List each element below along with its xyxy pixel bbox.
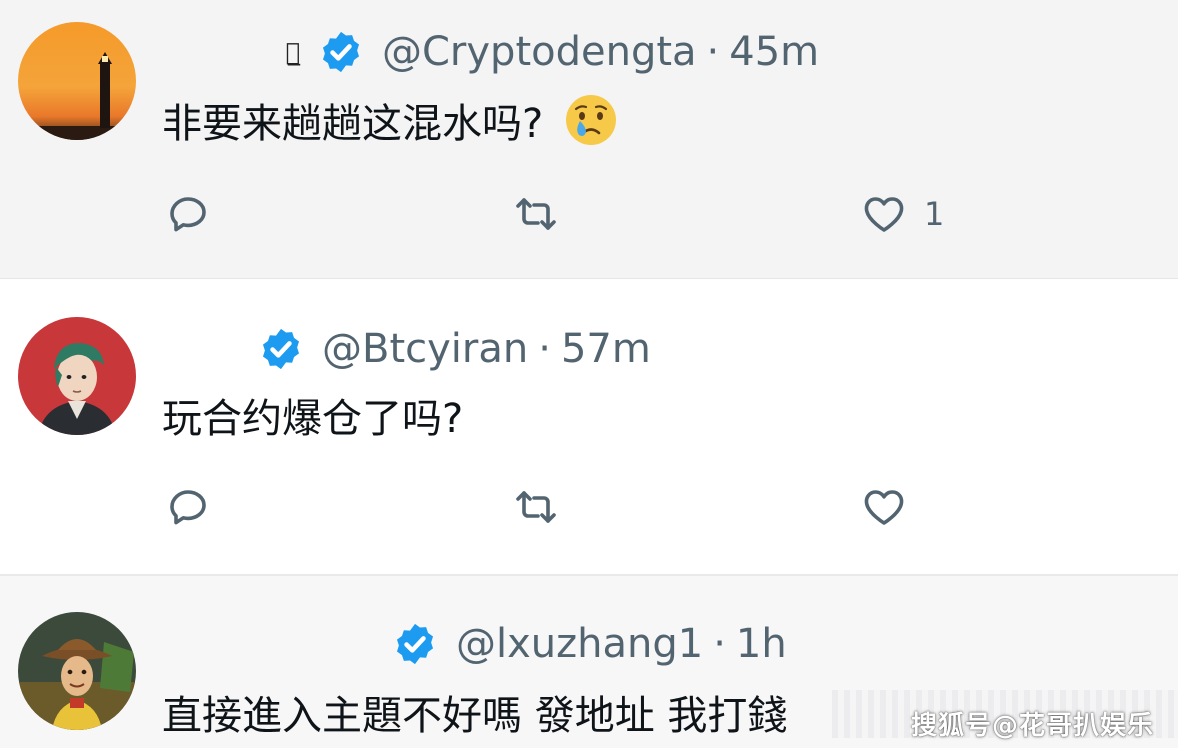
retweet-button[interactable] [512, 477, 560, 537]
like-button[interactable] [860, 477, 924, 537]
watermark: 搜狐号@花哥扒娱乐 [910, 711, 1154, 741]
verified-badge-icon [392, 621, 438, 667]
tweet-text: 非要来趟趟这混水吗? [162, 92, 619, 148]
timestamp[interactable]: 1h [736, 621, 787, 667]
display-name[interactable] [162, 624, 378, 664]
action-bar [0, 477, 1178, 537]
tweet-text-content: 非要来趟趟这混水吗? [162, 101, 544, 147]
tweet-text-content: 玩合约爆仓了吗? [162, 396, 464, 442]
retweet-icon [516, 491, 556, 523]
verified-badge-icon [318, 29, 364, 75]
action-bar: 1 [0, 184, 1178, 244]
reply-button[interactable] [164, 477, 212, 537]
tweet-header: ㄝ̲ @Cryptodengta · 45m [162, 22, 820, 82]
user-handle[interactable]: @Cryptodengta [382, 29, 697, 75]
timestamp[interactable]: 57m [561, 326, 651, 372]
user-handle[interactable]: @lxuzhang1 [456, 621, 703, 667]
tweet-text: 玩合约爆仓了吗? [162, 387, 463, 443]
separator-dot: · [538, 326, 551, 372]
retweet-icon [516, 198, 556, 230]
tweet-reply[interactable]: @Btcyiran · 57m 玩合约爆仓了吗? [0, 278, 1178, 574]
tweet-header: @Btcyiran · 57m [162, 319, 651, 379]
like-button[interactable]: 1 [860, 184, 944, 244]
display-name[interactable] [162, 329, 244, 369]
tweet-header: @lxuzhang1 · 1h [162, 614, 787, 674]
reply-icon [170, 490, 206, 525]
tweet-reply[interactable]: @lxuzhang1 · 1h 直接進入主題不好嗎 發地址 我打錢 搜狐号@花哥… [0, 574, 1178, 748]
separator-dot: · [713, 621, 726, 667]
reply-feed: ㄝ̲ @Cryptodengta · 45m 非要来趟趟这混水吗? 1 @Btc… [0, 0, 1178, 748]
like-count: 1 [924, 195, 945, 233]
retweet-button[interactable] [512, 184, 560, 244]
avatar[interactable] [18, 612, 136, 730]
reply-button[interactable] [164, 184, 212, 244]
tweet-text-content: 直接進入主題不好嗎 發地址 我打錢 [162, 693, 788, 739]
display-name[interactable]: ㄝ̲ [162, 32, 304, 72]
tweet-text: 直接進入主題不好嗎 發地址 我打錢 [162, 684, 787, 740]
separator-dot: · [706, 29, 720, 75]
verified-badge-icon [258, 326, 304, 372]
user-handle[interactable]: @Btcyiran [322, 326, 528, 372]
heart-icon [864, 490, 904, 525]
tweet-reply[interactable]: ㄝ̲ @Cryptodengta · 45m 非要来趟趟这混水吗? 1 [0, 0, 1178, 278]
heart-icon [864, 197, 904, 232]
display-name-fragment-icon: ㄝ̲ [285, 38, 300, 66]
reply-icon [170, 197, 206, 232]
crying-face-emoji-icon [563, 92, 619, 148]
timestamp[interactable]: 45m [729, 29, 819, 75]
avatar[interactable] [18, 317, 136, 435]
avatar[interactable] [18, 22, 136, 140]
